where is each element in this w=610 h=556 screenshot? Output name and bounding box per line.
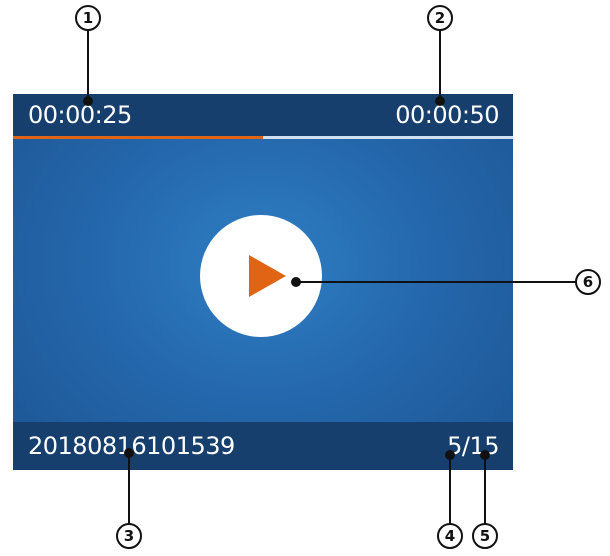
total-time: 00:00:50 (395, 101, 499, 129)
play-icon (249, 255, 286, 297)
video-player-screen: 00:00:25 00:00:50 20180816101539 5/15 (13, 94, 513, 470)
progress-bar[interactable] (13, 136, 513, 139)
total-count: 15 (469, 432, 499, 460)
elapsed-time: 00:00:25 (28, 101, 132, 129)
info-bar: 20180816101539 5/15 (13, 422, 513, 470)
current-index: 5 (447, 432, 462, 460)
progress-fill (13, 136, 263, 139)
time-bar: 00:00:25 00:00:50 (13, 94, 513, 138)
callout-badge-5: 5 (472, 523, 498, 549)
file-name: 20180816101539 (28, 432, 235, 460)
play-button[interactable] (200, 215, 322, 337)
callout-badge-2: 2 (427, 5, 453, 31)
callout-badge-3: 3 (116, 523, 142, 549)
callout-badge-6: 6 (575, 269, 601, 295)
callout-badge-1: 1 (75, 5, 101, 31)
callout-badge-4: 4 (437, 523, 463, 549)
file-counter: 5/15 (447, 432, 499, 460)
